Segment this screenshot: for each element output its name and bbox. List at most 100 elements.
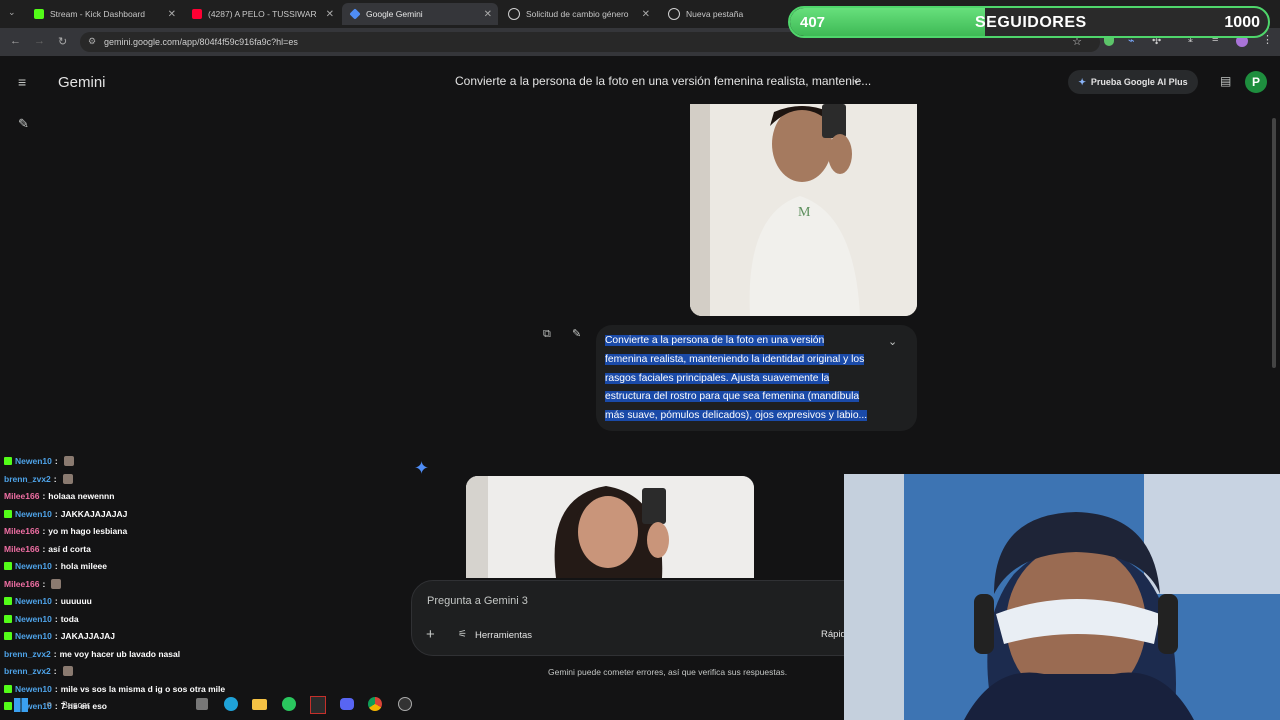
chat-separator: : bbox=[53, 473, 57, 484]
chat-message: Newen10: JAKAJJAJAJ bbox=[4, 631, 115, 641]
user-prompt-bubble[interactable]: Convierte a la persona de la foto en una… bbox=[596, 325, 917, 431]
chrome-taskbar-icon[interactable] bbox=[368, 697, 382, 711]
chat-message: brenn_zvx2: bbox=[4, 473, 73, 484]
chat-message: Milee166: holaaa newennn bbox=[4, 491, 114, 501]
chat-username: Newen10 bbox=[15, 508, 52, 519]
temporary-chat-icon[interactable]: ▤ bbox=[1220, 74, 1231, 88]
tools-button[interactable]: Herramientas bbox=[475, 630, 532, 641]
avatar[interactable]: P bbox=[1245, 71, 1267, 93]
whatsapp-icon[interactable] bbox=[282, 697, 296, 711]
follower-count: 407 bbox=[800, 14, 826, 31]
chat-separator: : bbox=[54, 596, 58, 606]
kick-badge-icon bbox=[4, 632, 12, 640]
kick-badge-icon bbox=[4, 684, 12, 693]
site-info-icon[interactable]: ⚙ bbox=[88, 36, 96, 47]
chat-title[interactable]: Convierte a la persona de la foto en una… bbox=[455, 74, 871, 88]
tab-search-icon[interactable]: ⌄ bbox=[8, 7, 16, 18]
edge-icon[interactable] bbox=[224, 697, 238, 711]
file-explorer-icon[interactable] bbox=[252, 699, 267, 710]
chat-message: brenn_zvx2: bbox=[4, 666, 73, 676]
tab-google-gemini[interactable]: Google Gemini ✕ bbox=[342, 3, 498, 25]
prompt-line: más suave, pómulos delicados), ojos expr… bbox=[605, 410, 868, 422]
chat-separator: : bbox=[42, 526, 46, 536]
close-icon[interactable]: ✕ bbox=[326, 9, 334, 20]
chat-separator: : bbox=[54, 508, 58, 519]
prompt-input-box[interactable]: Pregunta a Gemini 3 + ⚟ Herramientas Ráp… bbox=[411, 580, 871, 656]
tab-youtube[interactable]: (4287) A PELO - TUSSIWAR ✕ bbox=[184, 3, 340, 25]
chat-separator: : bbox=[42, 491, 46, 501]
chat-text: yo m hago lesbiana bbox=[48, 526, 128, 536]
tab-label: Stream - Kick Dashboard bbox=[50, 9, 145, 19]
url-text: gemini.google.com/app/804f4f59c916fa9c?h… bbox=[104, 37, 298, 47]
chat-text: hola mileee bbox=[60, 561, 108, 571]
follower-label: SEGUIDORES bbox=[975, 14, 1087, 31]
obs-icon[interactable] bbox=[398, 697, 412, 711]
edit-icon[interactable]: ✎ bbox=[572, 327, 581, 340]
disclaimer: Gemini puede cometer errores, así que ve… bbox=[548, 667, 788, 677]
emote-icon bbox=[63, 456, 74, 466]
chat-username: Newen10 bbox=[15, 613, 52, 624]
prompt-input[interactable]: Pregunta a Gemini 3 bbox=[427, 595, 528, 607]
kick-badge-icon bbox=[4, 597, 12, 605]
back-icon[interactable]: ← bbox=[10, 35, 21, 47]
chevron-down-icon[interactable]: ⌄ bbox=[852, 73, 861, 86]
close-icon[interactable]: ✕ bbox=[168, 9, 176, 20]
chat-username: Newen10 bbox=[15, 561, 52, 571]
new-chat-icon[interactable]: ✎ bbox=[18, 116, 29, 132]
discord-icon[interactable] bbox=[340, 698, 354, 710]
chat-separator: : bbox=[42, 578, 46, 589]
chat-message: Newen10: uuuuuu bbox=[4, 596, 92, 606]
chat-username: brenn_zvx2 bbox=[4, 666, 51, 676]
add-icon[interactable]: + bbox=[426, 626, 435, 643]
search-icon[interactable]: ○ bbox=[46, 699, 52, 710]
close-icon[interactable]: ✕ bbox=[642, 9, 650, 20]
chat-username: brenn_zvx2 bbox=[4, 473, 51, 484]
tab-solicitud[interactable]: Solicitud de cambio género ✕ bbox=[500, 3, 656, 25]
prompt-line: rasgos faciales principales. Ajusta suav… bbox=[605, 372, 830, 384]
chat-message: Milee166: yo m hago lesbiana bbox=[4, 526, 127, 536]
taskbar-search-label[interactable]: Buscar bbox=[62, 700, 90, 710]
uploaded-photo[interactable]: M bbox=[690, 104, 917, 316]
forward-icon[interactable]: → bbox=[34, 35, 45, 47]
copy-icon[interactable]: ⧉ bbox=[543, 328, 551, 341]
gemini-icon bbox=[349, 8, 361, 20]
emote-icon bbox=[62, 473, 73, 484]
prompt-line: femenina realista, manteniendo la identi… bbox=[605, 353, 865, 365]
kick-badge-icon bbox=[4, 614, 12, 623]
tab-label: Google Gemini bbox=[366, 9, 423, 19]
tools-icon[interactable]: ⚟ bbox=[458, 629, 467, 640]
tab-label: Nueva pestaña bbox=[686, 9, 744, 19]
mode-selector[interactable]: Rápid bbox=[821, 629, 846, 640]
chat-separator: : bbox=[54, 613, 58, 624]
chat-text: uuuuuu bbox=[60, 596, 92, 606]
follower-goal: 1000 bbox=[1224, 14, 1260, 31]
generated-photo[interactable] bbox=[466, 476, 754, 578]
reload-icon[interactable]: ↻ bbox=[58, 35, 67, 48]
tab-nueva-pestana[interactable]: Nueva pestaña bbox=[660, 3, 780, 25]
try-ai-plus-button[interactable]: ✦ Prueba Google AI Plus bbox=[1068, 70, 1198, 94]
chatgpt-icon bbox=[508, 8, 520, 20]
prompt-text[interactable]: Convierte a la persona de la foto en una… bbox=[605, 332, 885, 426]
webcam-feed bbox=[844, 474, 1280, 720]
tab-label: Solicitud de cambio género bbox=[526, 9, 629, 19]
windows-start-icon[interactable] bbox=[14, 698, 28, 712]
close-icon[interactable]: ✕ bbox=[484, 9, 492, 20]
epic-games-icon[interactable] bbox=[310, 696, 326, 714]
chat-text: JAKAJJAJAJ bbox=[60, 631, 116, 641]
chat-message: Milee166: bbox=[4, 578, 62, 589]
kick-badge-icon bbox=[4, 509, 12, 518]
sparkle-icon: ✦ bbox=[1078, 76, 1086, 87]
task-view-icon[interactable] bbox=[196, 698, 208, 710]
chat-message: brenn_zvx2: me voy hacer ub lavado nasal bbox=[4, 649, 180, 659]
expand-chevron-icon[interactable]: ⌄ bbox=[888, 335, 897, 348]
menu-icon[interactable]: ≡ bbox=[18, 74, 26, 90]
chat-username: Milee166 bbox=[4, 526, 40, 536]
tab-kick-dashboard[interactable]: Stream - Kick Dashboard ✕ bbox=[26, 3, 182, 25]
scrollbar[interactable] bbox=[1272, 118, 1276, 368]
chat-text: holaaa newennn bbox=[48, 491, 115, 501]
chat-message: Newen10: JAKKAJAJAJAJ bbox=[4, 509, 127, 519]
kick-icon bbox=[34, 9, 44, 19]
chat-text: toda bbox=[60, 613, 79, 624]
browser-menu-icon[interactable]: ⋮ bbox=[1262, 33, 1273, 46]
chat-message: Newen10: toda bbox=[4, 614, 79, 624]
